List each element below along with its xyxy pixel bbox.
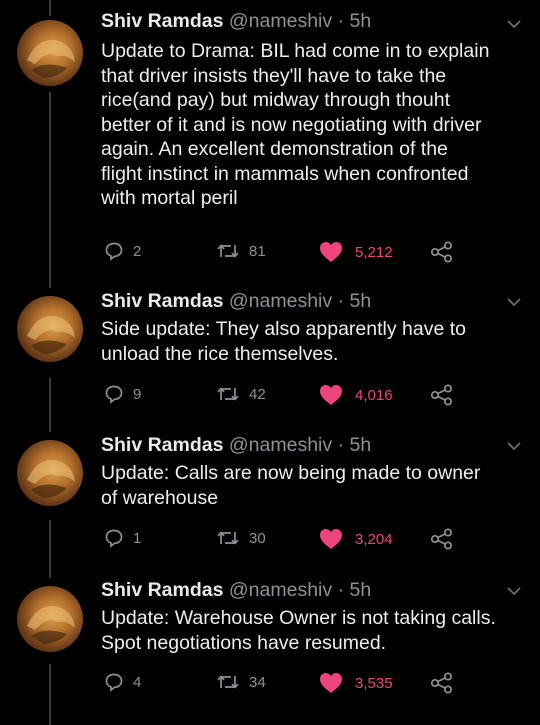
author-handle[interactable]: @nameshiv xyxy=(229,290,332,312)
tweet-text-line: Update: Warehouse Owner is not taking ca… xyxy=(101,607,496,629)
timestamp[interactable]: 5h xyxy=(350,434,372,456)
tweet-text: Update to Drama: BIL had come in to expl… xyxy=(101,39,531,211)
chevron-down-icon[interactable] xyxy=(507,586,521,596)
tweet-text-line: with mortal peril xyxy=(101,187,238,209)
reply-button[interactable]: 9 xyxy=(104,384,141,404)
tweet-text-line: Update to Drama: BIL had come in to expl… xyxy=(101,40,490,62)
tweet-actions: 1 30 3,204 xyxy=(0,528,540,552)
chevron-down-icon[interactable] xyxy=(507,441,521,451)
tweet-header: Shiv Ramdas @nameshiv · 5h xyxy=(101,9,371,33)
author-handle[interactable]: @nameshiv xyxy=(229,579,332,601)
share-button[interactable] xyxy=(430,384,454,406)
tweet-text-line: that driver insists they'll have to take… xyxy=(101,64,447,87)
tweet-text-line: of warehouse xyxy=(101,486,219,509)
tweet-header: Shiv Ramdas @nameshiv · 5h xyxy=(101,289,371,313)
author-name[interactable]: Shiv Ramdas xyxy=(101,434,223,456)
reply-icon xyxy=(105,242,123,261)
tweet-text-line: Spot negotiations have resumed. xyxy=(101,631,387,654)
reply-button[interactable]: 4 xyxy=(104,672,141,692)
tweet-text: Update: Warehouse Owner is not taking ca… xyxy=(101,606,531,655)
retweet-count: 42 xyxy=(249,385,266,403)
separator: · xyxy=(337,434,345,456)
chevron-down-icon[interactable] xyxy=(507,297,521,307)
retweet-count: 30 xyxy=(249,529,266,547)
share-icon xyxy=(430,241,453,263)
tweet-text-line: Side update: They also apparently have t… xyxy=(101,318,466,340)
retweet-count: 81 xyxy=(249,242,266,260)
timestamp[interactable]: 5h xyxy=(350,10,372,32)
tweet-text-line: again. An excellent demonstration of the xyxy=(101,138,448,160)
timestamp[interactable]: 5h xyxy=(350,290,372,312)
tweet-header: Shiv Ramdas @nameshiv · 5h xyxy=(101,433,371,457)
author-handle[interactable]: @nameshiv xyxy=(229,434,332,456)
retweet-icon xyxy=(217,675,239,689)
share-button[interactable] xyxy=(430,528,454,550)
share-icon xyxy=(430,672,453,694)
reply-count: 9 xyxy=(133,385,142,403)
share-icon xyxy=(430,528,453,550)
heart-icon xyxy=(320,529,342,549)
reply-icon xyxy=(105,529,123,548)
tweet-text: Update: Calls are now being made to owne… xyxy=(101,461,531,510)
like-button[interactable]: 5,212 xyxy=(319,241,393,263)
reply-count: 2 xyxy=(133,242,142,260)
timestamp[interactable]: 5h xyxy=(350,579,372,601)
reply-button[interactable]: 2 xyxy=(104,241,141,261)
avatar[interactable] xyxy=(17,440,83,506)
avatar[interactable] xyxy=(17,296,83,362)
heart-icon xyxy=(320,242,342,262)
thread-line xyxy=(49,0,51,16)
chevron-down-icon[interactable] xyxy=(507,19,521,29)
reply-icon xyxy=(105,673,123,692)
author-name[interactable]: Shiv Ramdas xyxy=(101,290,223,312)
separator: · xyxy=(337,579,345,601)
like-count: 5,212 xyxy=(355,243,393,261)
like-count: 3,204 xyxy=(355,530,393,548)
share-icon xyxy=(430,384,453,406)
retweet-icon xyxy=(217,387,239,401)
reply-icon xyxy=(105,385,123,404)
avatar[interactable] xyxy=(17,586,83,652)
tweet-header: Shiv Ramdas @nameshiv · 5h xyxy=(101,578,371,602)
retweet-button[interactable]: 81 xyxy=(216,241,266,261)
author-handle[interactable]: @nameshiv xyxy=(229,10,332,32)
tweet-text: Side update: They also apparently have t… xyxy=(101,317,531,366)
separator: · xyxy=(337,290,345,312)
tweet-text-line: flight instinct in mammals when confront… xyxy=(101,162,469,185)
like-button[interactable]: 3,204 xyxy=(319,528,393,550)
reply-count: 1 xyxy=(133,529,142,547)
tweet-text-line: better of it and is now negotiating with… xyxy=(101,113,482,136)
like-count: 3,535 xyxy=(355,674,393,692)
avatar[interactable] xyxy=(17,20,83,86)
tweet-actions: 2 81 5,212 xyxy=(0,241,540,265)
like-count: 4,016 xyxy=(355,386,393,404)
retweet-icon xyxy=(217,244,239,258)
retweet-button[interactable]: 42 xyxy=(216,384,266,404)
share-button[interactable] xyxy=(430,241,454,263)
retweet-count: 34 xyxy=(249,673,266,691)
separator: · xyxy=(337,10,345,32)
tweet-text-line: Update: Calls are now being made to owne… xyxy=(101,462,481,484)
author-name[interactable]: Shiv Ramdas xyxy=(101,10,223,32)
reply-button[interactable]: 1 xyxy=(104,528,141,548)
tweet-actions: 9 42 4,016 xyxy=(0,384,540,408)
heart-icon xyxy=(320,385,342,405)
retweet-button[interactable]: 34 xyxy=(216,672,266,692)
tweet-actions: 4 34 3,535 xyxy=(0,672,540,696)
retweet-button[interactable]: 30 xyxy=(216,528,266,548)
retweet-icon xyxy=(217,531,239,545)
author-name[interactable]: Shiv Ramdas xyxy=(101,579,223,601)
reply-count: 4 xyxy=(133,673,142,691)
tweet-text-line: unload the rice themselves. xyxy=(101,342,339,365)
heart-icon xyxy=(320,673,342,693)
like-button[interactable]: 4,016 xyxy=(319,384,393,406)
share-button[interactable] xyxy=(430,672,454,694)
tweet-text-line: rice(and pay) but midway through thouht xyxy=(101,89,451,111)
like-button[interactable]: 3,535 xyxy=(319,672,393,694)
